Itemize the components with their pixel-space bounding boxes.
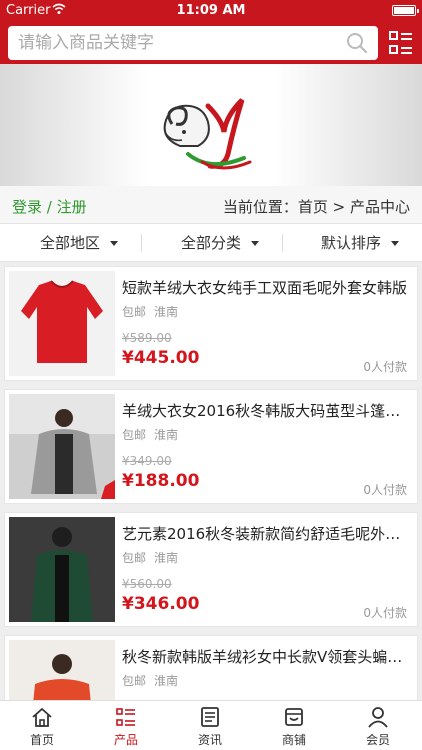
shipping-label: 包邮 [122, 428, 147, 442]
clock: 11:09 AM [176, 3, 246, 18]
tab-products-label: 产品 [113, 733, 138, 747]
sale-price: ¥188.00 [122, 471, 200, 491]
paid-count: 0人付款 [363, 606, 407, 620]
product-card[interactable]: 艺元素2016秋冬装新款简约舒适毛呢外套女 包邮 淮南 ¥560.00 ¥346.… [4, 512, 418, 627]
original-price: ¥589.00 [122, 331, 172, 345]
region-label: 淮南 [154, 551, 179, 565]
tab-news[interactable]: 资讯 [168, 701, 252, 750]
product-image[interactable] [9, 640, 115, 700]
region-label: 淮南 [154, 305, 179, 319]
product-card[interactable]: 秋冬新款韩版羊绒衫女中长款V领套头蝙蝠衫 包邮 淮南 [4, 635, 418, 700]
search-icon[interactable] [346, 32, 368, 54]
product-title[interactable]: 秋冬新款韩版羊绒衫女中长款V领套头蝙蝠衫 [122, 646, 412, 667]
breadcrumb: 登录 / 注册 当前位置：首页 > 产品中心 [0, 186, 422, 224]
login-register-link[interactable]: 登录 / 注册 [12, 196, 87, 217]
product-list[interactable]: 短款羊绒大衣女纯手工双面毛呢外套女韩版 包邮 淮南 ¥589.00 ¥445.00… [0, 264, 422, 700]
product-image[interactable] [9, 517, 115, 622]
user-icon [368, 707, 388, 728]
tab-news-label: 资讯 [197, 733, 222, 747]
news-icon [201, 707, 219, 727]
list-icon [116, 708, 135, 726]
shop-icon [285, 708, 303, 726]
shipping-label: 包邮 [122, 551, 147, 565]
original-price: ¥349.00 [122, 454, 172, 468]
top-bar: Carrier 11:09 AM [0, 0, 422, 64]
product-title[interactable]: 短款羊绒大衣女纯手工双面毛呢外套女韩版 [122, 277, 412, 298]
banner[interactable] [0, 64, 422, 186]
product-meta: 包邮 淮南 [122, 303, 178, 320]
tab-member-label: 会员 [365, 733, 390, 747]
product-center-page: Carrier 11:09 AM 请输入商品关键字 登录 / 注册 当前位置：首… [0, 0, 422, 750]
category-filter-label: 全部分类 [181, 234, 242, 252]
sort-filter-label: 默认排序 [321, 234, 382, 252]
tab-shops[interactable]: 商铺 [252, 701, 336, 750]
sale-price: ¥346.00 [122, 594, 200, 614]
battery-icon [392, 5, 419, 16]
region-label: 淮南 [154, 428, 179, 442]
product-title[interactable]: 艺元素2016秋冬装新款简约舒适毛呢外套女 [122, 523, 412, 544]
product-meta: 包邮 淮南 [122, 549, 178, 566]
product-card[interactable]: 短款羊绒大衣女纯手工双面毛呢外套女韩版 包邮 淮南 ¥589.00 ¥445.00… [4, 266, 418, 381]
status-bar: Carrier 11:09 AM [0, 0, 422, 22]
search-input[interactable] [18, 26, 338, 60]
tab-member[interactable]: 会员 [336, 701, 420, 750]
sort-filter[interactable]: 默认排序 [321, 224, 400, 262]
shipping-label: 包邮 [122, 674, 147, 688]
search-box[interactable] [8, 26, 378, 60]
product-meta: 包邮 淮南 [122, 672, 178, 689]
region-filter[interactable]: 全部地区 [40, 224, 119, 262]
filter-bar: 全部地区 全部分类 默认排序 [0, 224, 422, 262]
original-price: ¥560.00 [122, 577, 172, 591]
product-meta: 包邮 淮南 [122, 426, 178, 443]
tab-home-label: 首页 [29, 733, 54, 747]
ram-logo [163, 98, 252, 170]
paid-count: 0人付款 [363, 483, 407, 497]
tab-shops-label: 商铺 [281, 733, 306, 747]
sale-price: ¥445.00 [122, 348, 200, 368]
category-menu-icon[interactable] [388, 29, 414, 57]
chevron-down-icon [110, 241, 119, 246]
tab-home[interactable]: 首页 [0, 701, 84, 750]
paid-count: 0人付款 [363, 360, 407, 374]
current-location: 当前位置：首页 > 产品中心 [222, 198, 410, 216]
product-image[interactable] [9, 394, 115, 499]
chevron-down-icon [251, 241, 260, 246]
bottom-tab-bar: 首页 产品 资讯 商铺 会员 [0, 700, 422, 750]
divider [141, 234, 142, 252]
product-card[interactable]: 羊绒大衣女2016秋冬韩版大码茧型斗篷外套 包邮 淮南 ¥349.00 ¥188.… [4, 389, 418, 504]
shipping-label: 包邮 [122, 305, 147, 319]
region-filter-label: 全部地区 [40, 234, 101, 252]
region-label: 淮南 [154, 674, 179, 688]
chevron-down-icon [391, 241, 400, 246]
divider [282, 234, 283, 252]
home-icon [32, 708, 52, 727]
product-image[interactable] [9, 271, 115, 376]
product-title[interactable]: 羊绒大衣女2016秋冬韩版大码茧型斗篷外套 [122, 400, 412, 421]
tab-products[interactable]: 产品 [84, 701, 168, 750]
category-filter[interactable]: 全部分类 [181, 224, 260, 262]
